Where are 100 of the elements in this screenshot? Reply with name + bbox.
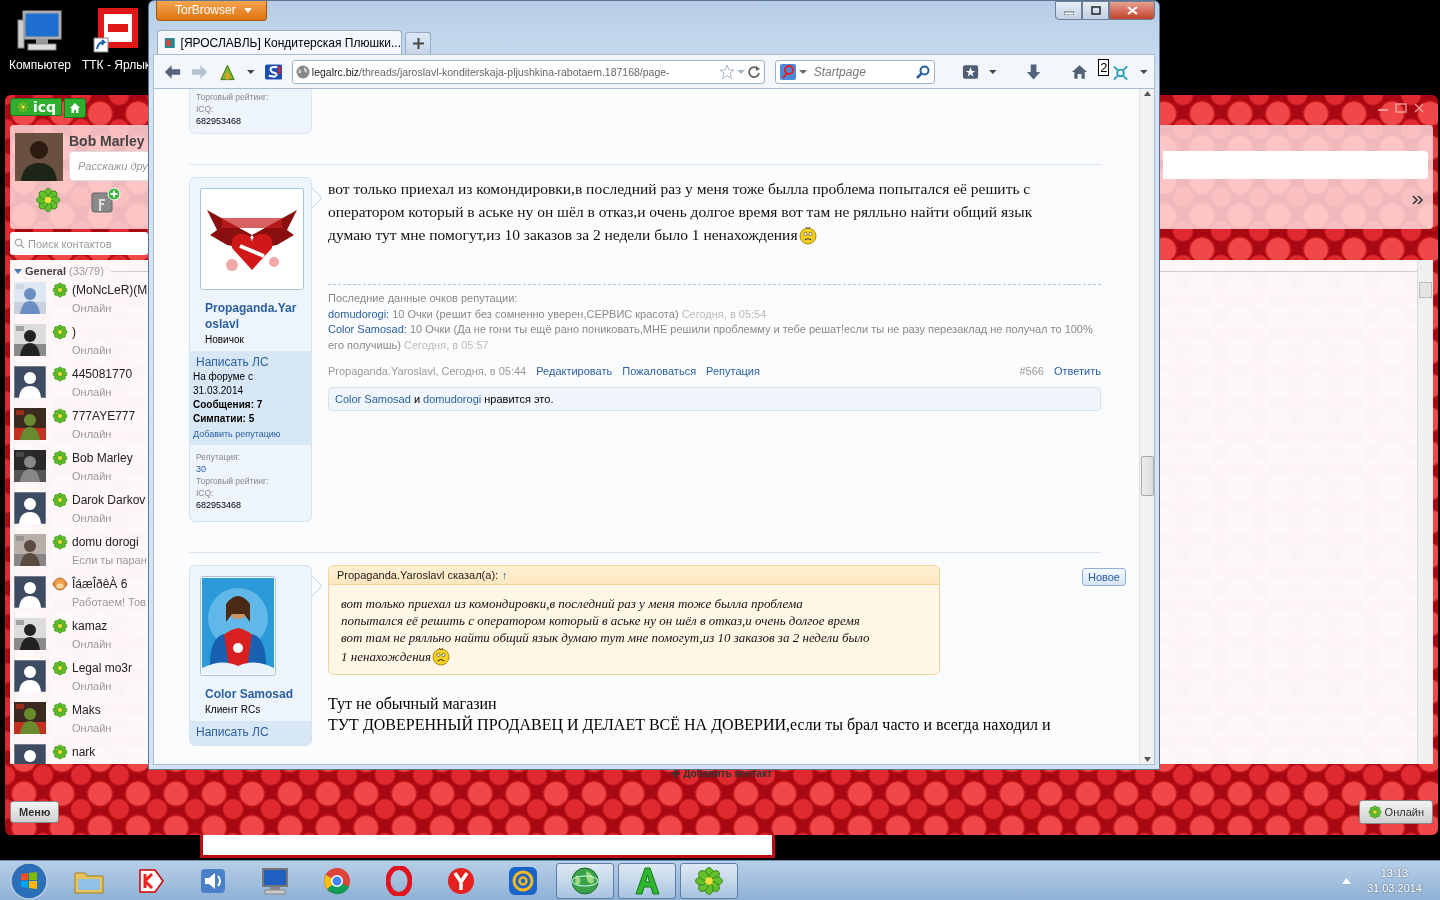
- taskbar-button[interactable]: [556, 862, 614, 899]
- avatar-icon: [15, 133, 63, 181]
- contact-name[interactable]: (MoNcLeR)(M: [72, 283, 148, 297]
- contact-name[interactable]: Maks: [72, 703, 101, 717]
- user-link[interactable]: Color Samosad: [335, 393, 411, 405]
- browser-tab[interactable]: [ЯРОСЛАВЛЬ] Кондитерская Плюшки...: [157, 30, 402, 54]
- close-icon: [1126, 6, 1138, 15]
- rating-label: Торговый рейтинг:: [196, 91, 270, 103]
- flower-icon: [52, 660, 68, 676]
- home-icon[interactable]: [1071, 63, 1089, 80]
- caret-icon[interactable]: [247, 68, 255, 75]
- user-link[interactable]: domudorogi: [423, 393, 482, 405]
- close-icon[interactable]: [1413, 103, 1425, 113]
- url-field[interactable]: legalrc.biz/threads/jaroslavl-konditerskaja-pljushkina-rabotaem.187168/page-: [291, 59, 765, 84]
- new-tab-button[interactable]: [405, 32, 431, 54]
- taskbar-button[interactable]: [618, 862, 676, 899]
- group-count: (33/79): [68, 265, 104, 277]
- scrollbar-thumb[interactable]: [1140, 456, 1154, 496]
- scrollbar-thumb[interactable]: [1419, 282, 1432, 298]
- desktop-icon-label[interactable]: Компьютер: [8, 58, 72, 72]
- contact-name[interactable]: kamaz: [72, 619, 108, 633]
- caret-icon[interactable]: [14, 267, 22, 275]
- quote-line: вот там не рялльно найти общий язык думаю тут мне помогут,из 10 заказов за 2 недели было: [341, 629, 870, 646]
- desktop-icon-label[interactable]: ТТК - Ярлык: [81, 58, 151, 72]
- group-name[interactable]: General: [25, 265, 66, 277]
- contact-name[interactable]: ): [72, 325, 76, 339]
- contact-name[interactable]: Darok Darkov: [72, 493, 146, 507]
- action-link[interactable]: Редактировать: [536, 365, 613, 377]
- caret-icon[interactable]: [989, 68, 997, 75]
- minimize-button[interactable]: [1055, 1, 1082, 20]
- contact-name[interactable]: domu dorogi: [72, 535, 139, 549]
- caret-icon[interactable]: [1140, 68, 1148, 75]
- engine-icon[interactable]: [779, 63, 796, 80]
- tree-icon[interactable]: [218, 62, 238, 81]
- flower-icon: [694, 865, 724, 896]
- taskbar-button[interactable]: [680, 862, 738, 899]
- reload-icon[interactable]: [746, 64, 761, 79]
- flower-icon: [16, 100, 30, 114]
- back-icon[interactable]: [164, 63, 182, 80]
- up-arrow-icon: [1143, 91, 1151, 96]
- action-link[interactable]: Пожаловаться: [622, 365, 697, 377]
- avatar-icon: [14, 366, 46, 398]
- status-button[interactable]: Онлайн: [1358, 800, 1433, 824]
- speaker-icon: [199, 866, 227, 895]
- windows-logo-icon: [10, 861, 48, 900]
- s-icon[interactable]: [264, 63, 282, 80]
- contact-name[interactable]: Bob Marley: [72, 451, 133, 465]
- contact-status: Онлайн: [72, 512, 113, 524]
- contact-name[interactable]: nark: [72, 745, 96, 759]
- chevron-icon[interactable]: [1411, 194, 1425, 206]
- start-button[interactable]: [10, 861, 48, 900]
- user-link[interactable]: Color Samosad:: [328, 323, 407, 335]
- home-button[interactable]: [64, 98, 87, 118]
- text-field[interactable]: [1163, 151, 1428, 179]
- emoticon-icon: [52, 576, 68, 592]
- contact-name[interactable]: 445081770: [72, 367, 133, 381]
- flower-icon: [52, 534, 68, 550]
- reputation-entry: domudorogi: 10 Очки (решит без сомненно уверен,СЕРВИС красота) Сегодня, в 05:54: [328, 306, 768, 322]
- quote-line: 1 ненахождения: [341, 647, 432, 665]
- maximize-icon[interactable]: [1395, 103, 1407, 113]
- star-icon[interactable]: [718, 63, 735, 80]
- flower-icon: [52, 702, 68, 718]
- input-field[interactable]: [200, 835, 775, 858]
- icq-number: 682953468: [196, 115, 243, 127]
- contact-name[interactable]: Legal mo3r: [72, 661, 133, 675]
- scrollbar[interactable]: [1139, 89, 1154, 764]
- plus-icon: [412, 38, 424, 49]
- search-icon[interactable]: [915, 64, 930, 79]
- scrollbar[interactable]: [1417, 260, 1433, 764]
- joined-label: На форуме с: [193, 370, 254, 383]
- contact-status: Онлайн: [72, 638, 112, 650]
- contact-name[interactable]: 777AYE777: [72, 409, 136, 423]
- flower-icon: [52, 366, 68, 382]
- search-icon: [14, 238, 25, 249]
- download-icon[interactable]: [1026, 62, 1042, 81]
- add-account-icon[interactable]: [91, 187, 121, 213]
- reply-link[interactable]: Ответить: [1053, 365, 1101, 377]
- jump-link[interactable]: ↑: [502, 569, 508, 581]
- bookmarks-icon[interactable]: [962, 63, 980, 80]
- caret-icon[interactable]: [798, 68, 807, 75]
- contact-name[interactable]: ÎáæÎðêÀ 6: [72, 577, 128, 591]
- search-field[interactable]: Startpage: [774, 59, 935, 84]
- contact-status: Онлайн: [72, 344, 112, 356]
- username-link[interactable]: Color Samosad: [205, 686, 301, 702]
- action-link[interactable]: Репутация: [706, 365, 760, 377]
- icq-label: ICQ:: [196, 103, 215, 115]
- message-count: Сообщения: 7: [193, 398, 264, 411]
- flower-icon: [52, 450, 68, 466]
- message-link[interactable]: Написать ЛС: [196, 355, 308, 369]
- menu-button[interactable]: Меню: [10, 801, 60, 823]
- reputation-value[interactable]: 30: [196, 463, 305, 475]
- likes-text: Color Samosad и domudorogi нравится это.: [335, 393, 555, 405]
- username-link[interactable]: Propaganda.Yaroslavl: [205, 300, 301, 332]
- plus-icon: [671, 768, 681, 778]
- user-link[interactable]: domudorogi:: [328, 307, 390, 320]
- close-button[interactable]: [1109, 1, 1155, 20]
- message-line: думаю тут мне помогут,из 10 заказов за 2 недели было 1 ненахождения: [328, 225, 798, 245]
- pointer-icon: [311, 575, 323, 597]
- add-reputation-link[interactable]: Добавить репутацию: [193, 429, 308, 439]
- maximize-button[interactable]: [1082, 1, 1109, 20]
